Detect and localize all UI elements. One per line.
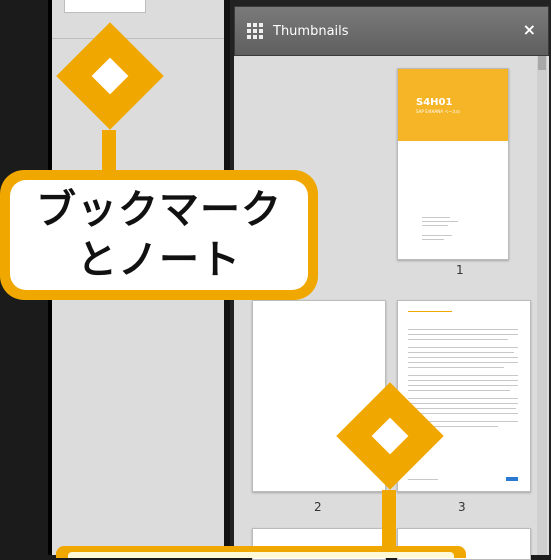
- cover-band: S4H01 SAP S/4HANA ベースの: [398, 69, 508, 141]
- close-icon[interactable]: ×: [523, 20, 536, 39]
- page-number: 1: [456, 263, 464, 277]
- callout-bookmarks-notes: ブックマーク とノート: [0, 170, 318, 300]
- scrollbar-thumb[interactable]: [538, 56, 546, 70]
- sidebar-tab[interactable]: [64, 0, 146, 13]
- cover-title: S4H01: [416, 97, 453, 108]
- thumbnail-page-3[interactable]: [397, 300, 531, 492]
- thumbnails-header: Thumbnails ×: [234, 6, 549, 56]
- callout-text-line1: ブックマーク: [36, 187, 282, 233]
- scrollbar[interactable]: [537, 56, 547, 555]
- callout-box-partial-inner: [68, 552, 454, 558]
- page-number: 3: [458, 500, 466, 514]
- page-number: 2: [314, 500, 322, 514]
- cover-subtitle: SAP S/4HANA ベースの: [416, 109, 461, 114]
- sidebar-divider: [52, 38, 228, 39]
- thumbnail-page-1[interactable]: S4H01 SAP S/4HANA ベースの: [397, 68, 509, 260]
- callout-text-line2: とノート: [77, 237, 241, 283]
- grid-icon: [247, 23, 263, 39]
- callout-stem: [382, 490, 396, 550]
- callout-stem: [102, 130, 116, 175]
- thumbnails-title: Thumbnails: [273, 23, 349, 39]
